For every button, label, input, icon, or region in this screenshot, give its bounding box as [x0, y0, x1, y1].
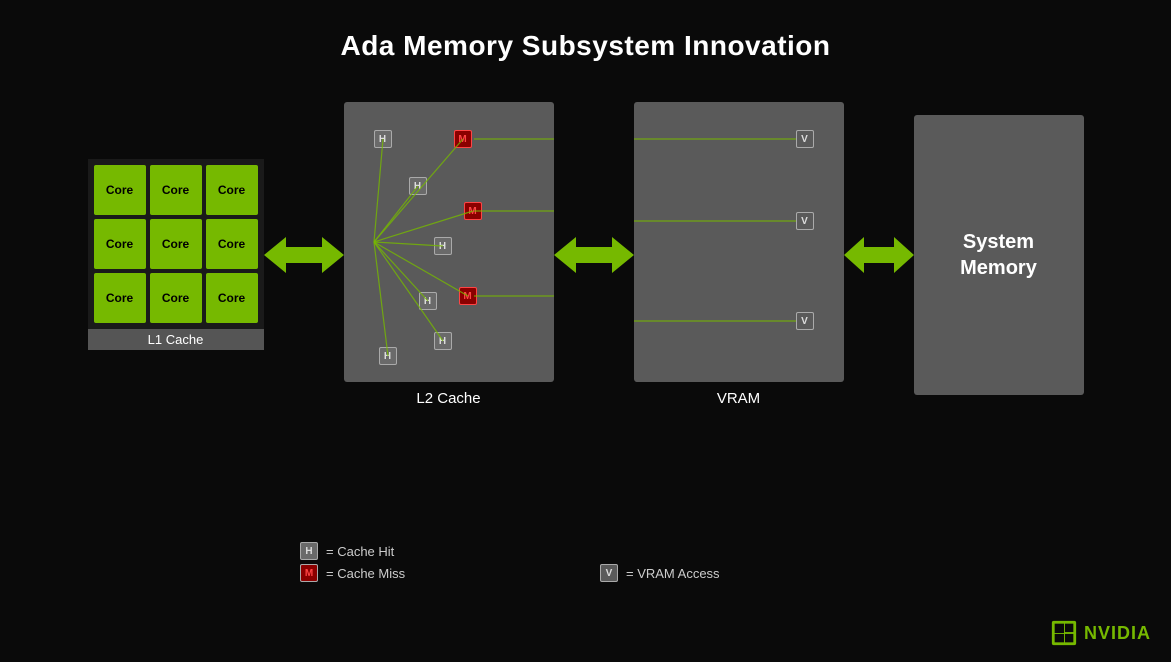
- core-cell: Core: [94, 273, 146, 323]
- core-grid: Core Core Core Core Core Core Core Core …: [88, 159, 264, 329]
- badge-m: M: [454, 130, 472, 148]
- badge-h: H: [434, 237, 452, 255]
- badge-h: H: [409, 177, 427, 195]
- core-cell: Core: [150, 165, 202, 215]
- system-memory-panel: System Memory: [914, 115, 1084, 395]
- legend-h-text: = Cache Hit: [326, 544, 394, 559]
- nvidia-icon: [1050, 619, 1078, 647]
- l1-cache-section: Core Core Core Core Core Core Core Core …: [88, 159, 264, 350]
- legend-area: H = Cache Hit M = Cache Miss: [300, 542, 405, 582]
- diagram-area: Core Core Core Core Core Core Core Core …: [0, 102, 1171, 407]
- legend-m-item: M = Cache Miss: [300, 564, 405, 582]
- badge-v: V: [796, 312, 814, 330]
- legend-m-badge: M: [300, 564, 318, 582]
- core-cell: Core: [150, 219, 202, 269]
- badge-v: V: [796, 130, 814, 148]
- legend-v-text: = VRAM Access: [626, 566, 720, 581]
- badge-h: H: [374, 130, 392, 148]
- nvidia-logo: NVIDIA: [1050, 619, 1151, 647]
- vram-panel: V V V: [634, 102, 844, 382]
- l2-cache-label: L2 Cache: [344, 390, 554, 407]
- badge-m: M: [464, 202, 482, 220]
- arrow-l1-l2: [264, 230, 344, 280]
- core-cell: Core: [94, 165, 146, 215]
- arrow-l2-vram: [554, 230, 634, 280]
- core-cell: Core: [206, 273, 258, 323]
- core-cell: Core: [150, 273, 202, 323]
- vram-label: VRAM: [634, 390, 844, 407]
- badge-h: H: [379, 347, 397, 365]
- page-title: Ada Memory Subsystem Innovation: [0, 0, 1171, 62]
- badge-m: M: [459, 287, 477, 305]
- l2-panel-wrapper: H H H H H H M M M: [344, 102, 554, 407]
- legend-v-badge: V: [600, 564, 618, 582]
- l2-cache-panel: H H H H H H M M M: [344, 102, 554, 382]
- nvidia-text: NVIDIA: [1084, 623, 1151, 644]
- badge-v: V: [796, 212, 814, 230]
- l1-cache-label: L1 Cache: [88, 329, 264, 350]
- core-cell: Core: [206, 219, 258, 269]
- system-memory-text: System Memory: [960, 229, 1037, 281]
- arrow-vram-sysmem: [844, 233, 914, 277]
- legend-m-text: = Cache Miss: [326, 566, 405, 581]
- sys-mem-panel-wrapper: System Memory: [914, 115, 1084, 395]
- legend-h-badge: H: [300, 542, 318, 560]
- badge-h: H: [434, 332, 452, 350]
- vram-panel-wrapper: V V V VRAM: [634, 102, 844, 407]
- vram-legend-area: V = VRAM Access: [600, 564, 720, 582]
- legend-h-item: H = Cache Hit: [300, 542, 405, 560]
- core-cell: Core: [94, 219, 146, 269]
- core-cell: Core: [206, 165, 258, 215]
- badge-h: H: [419, 292, 437, 310]
